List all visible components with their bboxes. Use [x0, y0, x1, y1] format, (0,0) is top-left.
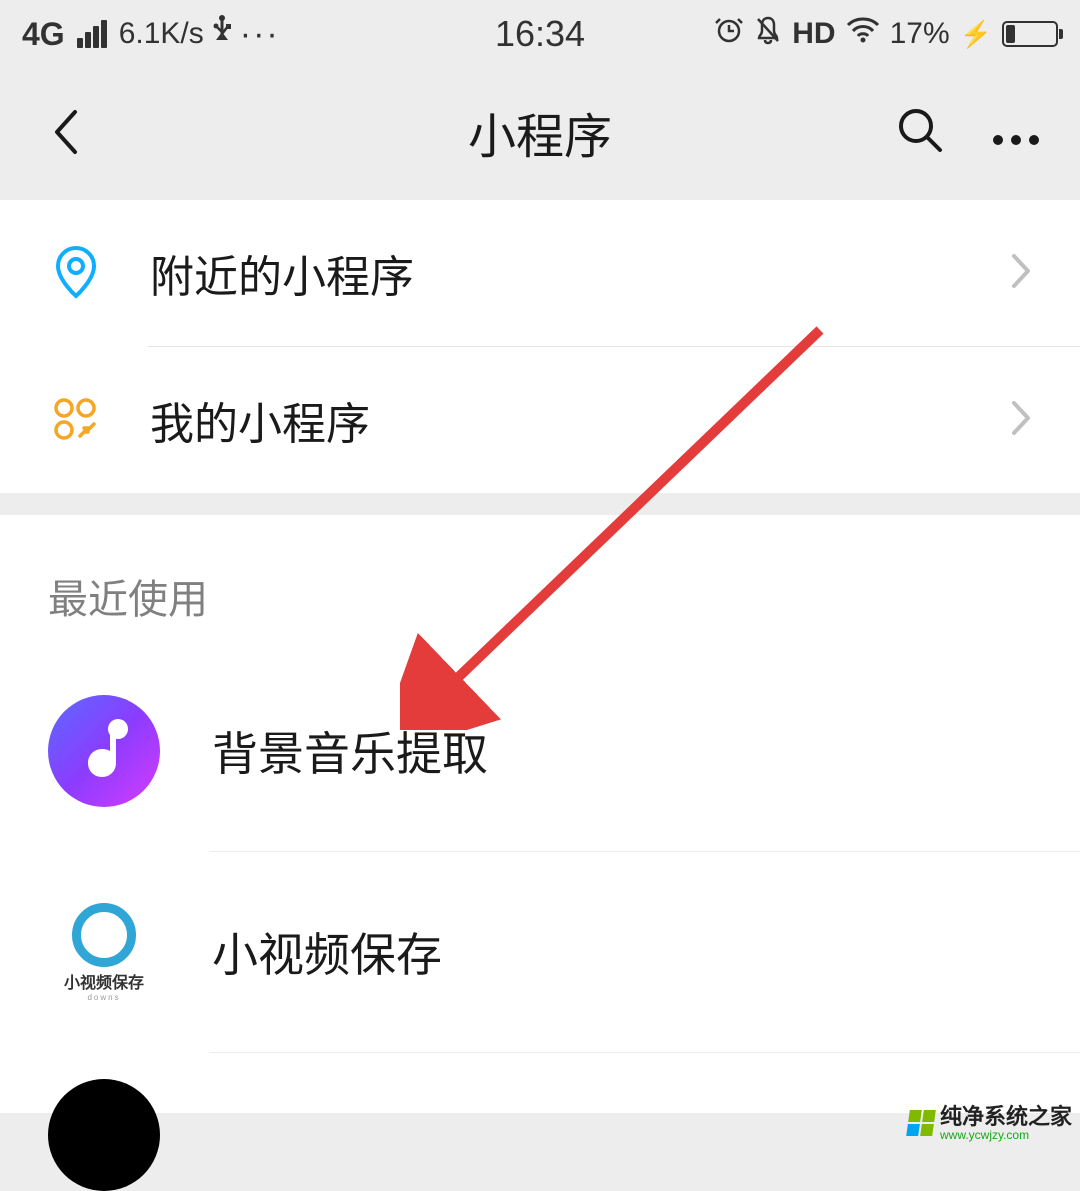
my-miniprograms[interactable]: 我的小程序 — [0, 347, 1080, 493]
chevron-right-icon — [1010, 399, 1032, 442]
app-icon — [48, 1079, 160, 1191]
watermark-title: 纯净系统之家 — [940, 1105, 1072, 1129]
list-item-label: 附近的小程序 — [150, 241, 1010, 305]
app-item-video-save[interactable]: 小视频保存 downs 小视频保存 — [0, 852, 1080, 1052]
chevron-right-icon — [1010, 252, 1032, 295]
hd-indicator: HD — [792, 17, 835, 51]
watermark-logo-icon — [906, 1110, 936, 1136]
music-note-icon — [48, 695, 160, 807]
app-name: 小视频保存 — [212, 919, 442, 985]
charging-icon: ⚡ — [960, 19, 992, 50]
search-button[interactable] — [896, 106, 944, 159]
list-item-label: 我的小程序 — [150, 388, 1010, 452]
grid-icon — [48, 392, 104, 448]
more-icon: ··· — [240, 15, 280, 54]
wifi-icon — [846, 17, 880, 51]
top-list: 附近的小程序 我的小程序 — [0, 200, 1080, 493]
status-left: 4G 6.1K/s ··· — [22, 14, 280, 54]
network-type: 4G — [22, 16, 65, 53]
network-speed: 6.1K/s — [119, 17, 204, 51]
clock: 16:34 — [495, 13, 585, 55]
back-button[interactable] — [40, 107, 90, 157]
alarm-icon — [714, 15, 744, 53]
usb-icon — [212, 14, 232, 54]
battery-icon — [1002, 21, 1058, 47]
section-spacer — [0, 493, 1080, 515]
status-right: HD 17% ⚡ — [714, 15, 1058, 53]
recent-apps-list: 背景音乐提取 小视频保存 downs 小视频保存 — [0, 651, 1080, 1113]
recent-section-header: 最近使用 — [0, 515, 1080, 651]
nearby-miniprograms[interactable]: 附近的小程序 — [0, 200, 1080, 346]
video-save-icon: 小视频保存 downs — [48, 896, 160, 1008]
status-bar: 4G 6.1K/s ··· 16:34 HD 17% ⚡ — [0, 0, 1080, 68]
app-name: 背景音乐提取 — [212, 718, 488, 784]
mute-icon — [754, 15, 782, 53]
nav-bar: 小程序 — [0, 68, 1080, 196]
more-menu-button[interactable] — [992, 107, 1040, 157]
battery-percent: 17% — [890, 17, 950, 51]
signal-icon — [77, 20, 107, 48]
watermark: 纯净系统之家 www.ycwjzy.com — [908, 1105, 1072, 1142]
page-title: 小程序 — [468, 97, 612, 167]
app-item-music-extract[interactable]: 背景音乐提取 — [0, 651, 1080, 851]
watermark-url: www.ycwjzy.com — [940, 1129, 1072, 1142]
location-icon — [48, 245, 104, 301]
